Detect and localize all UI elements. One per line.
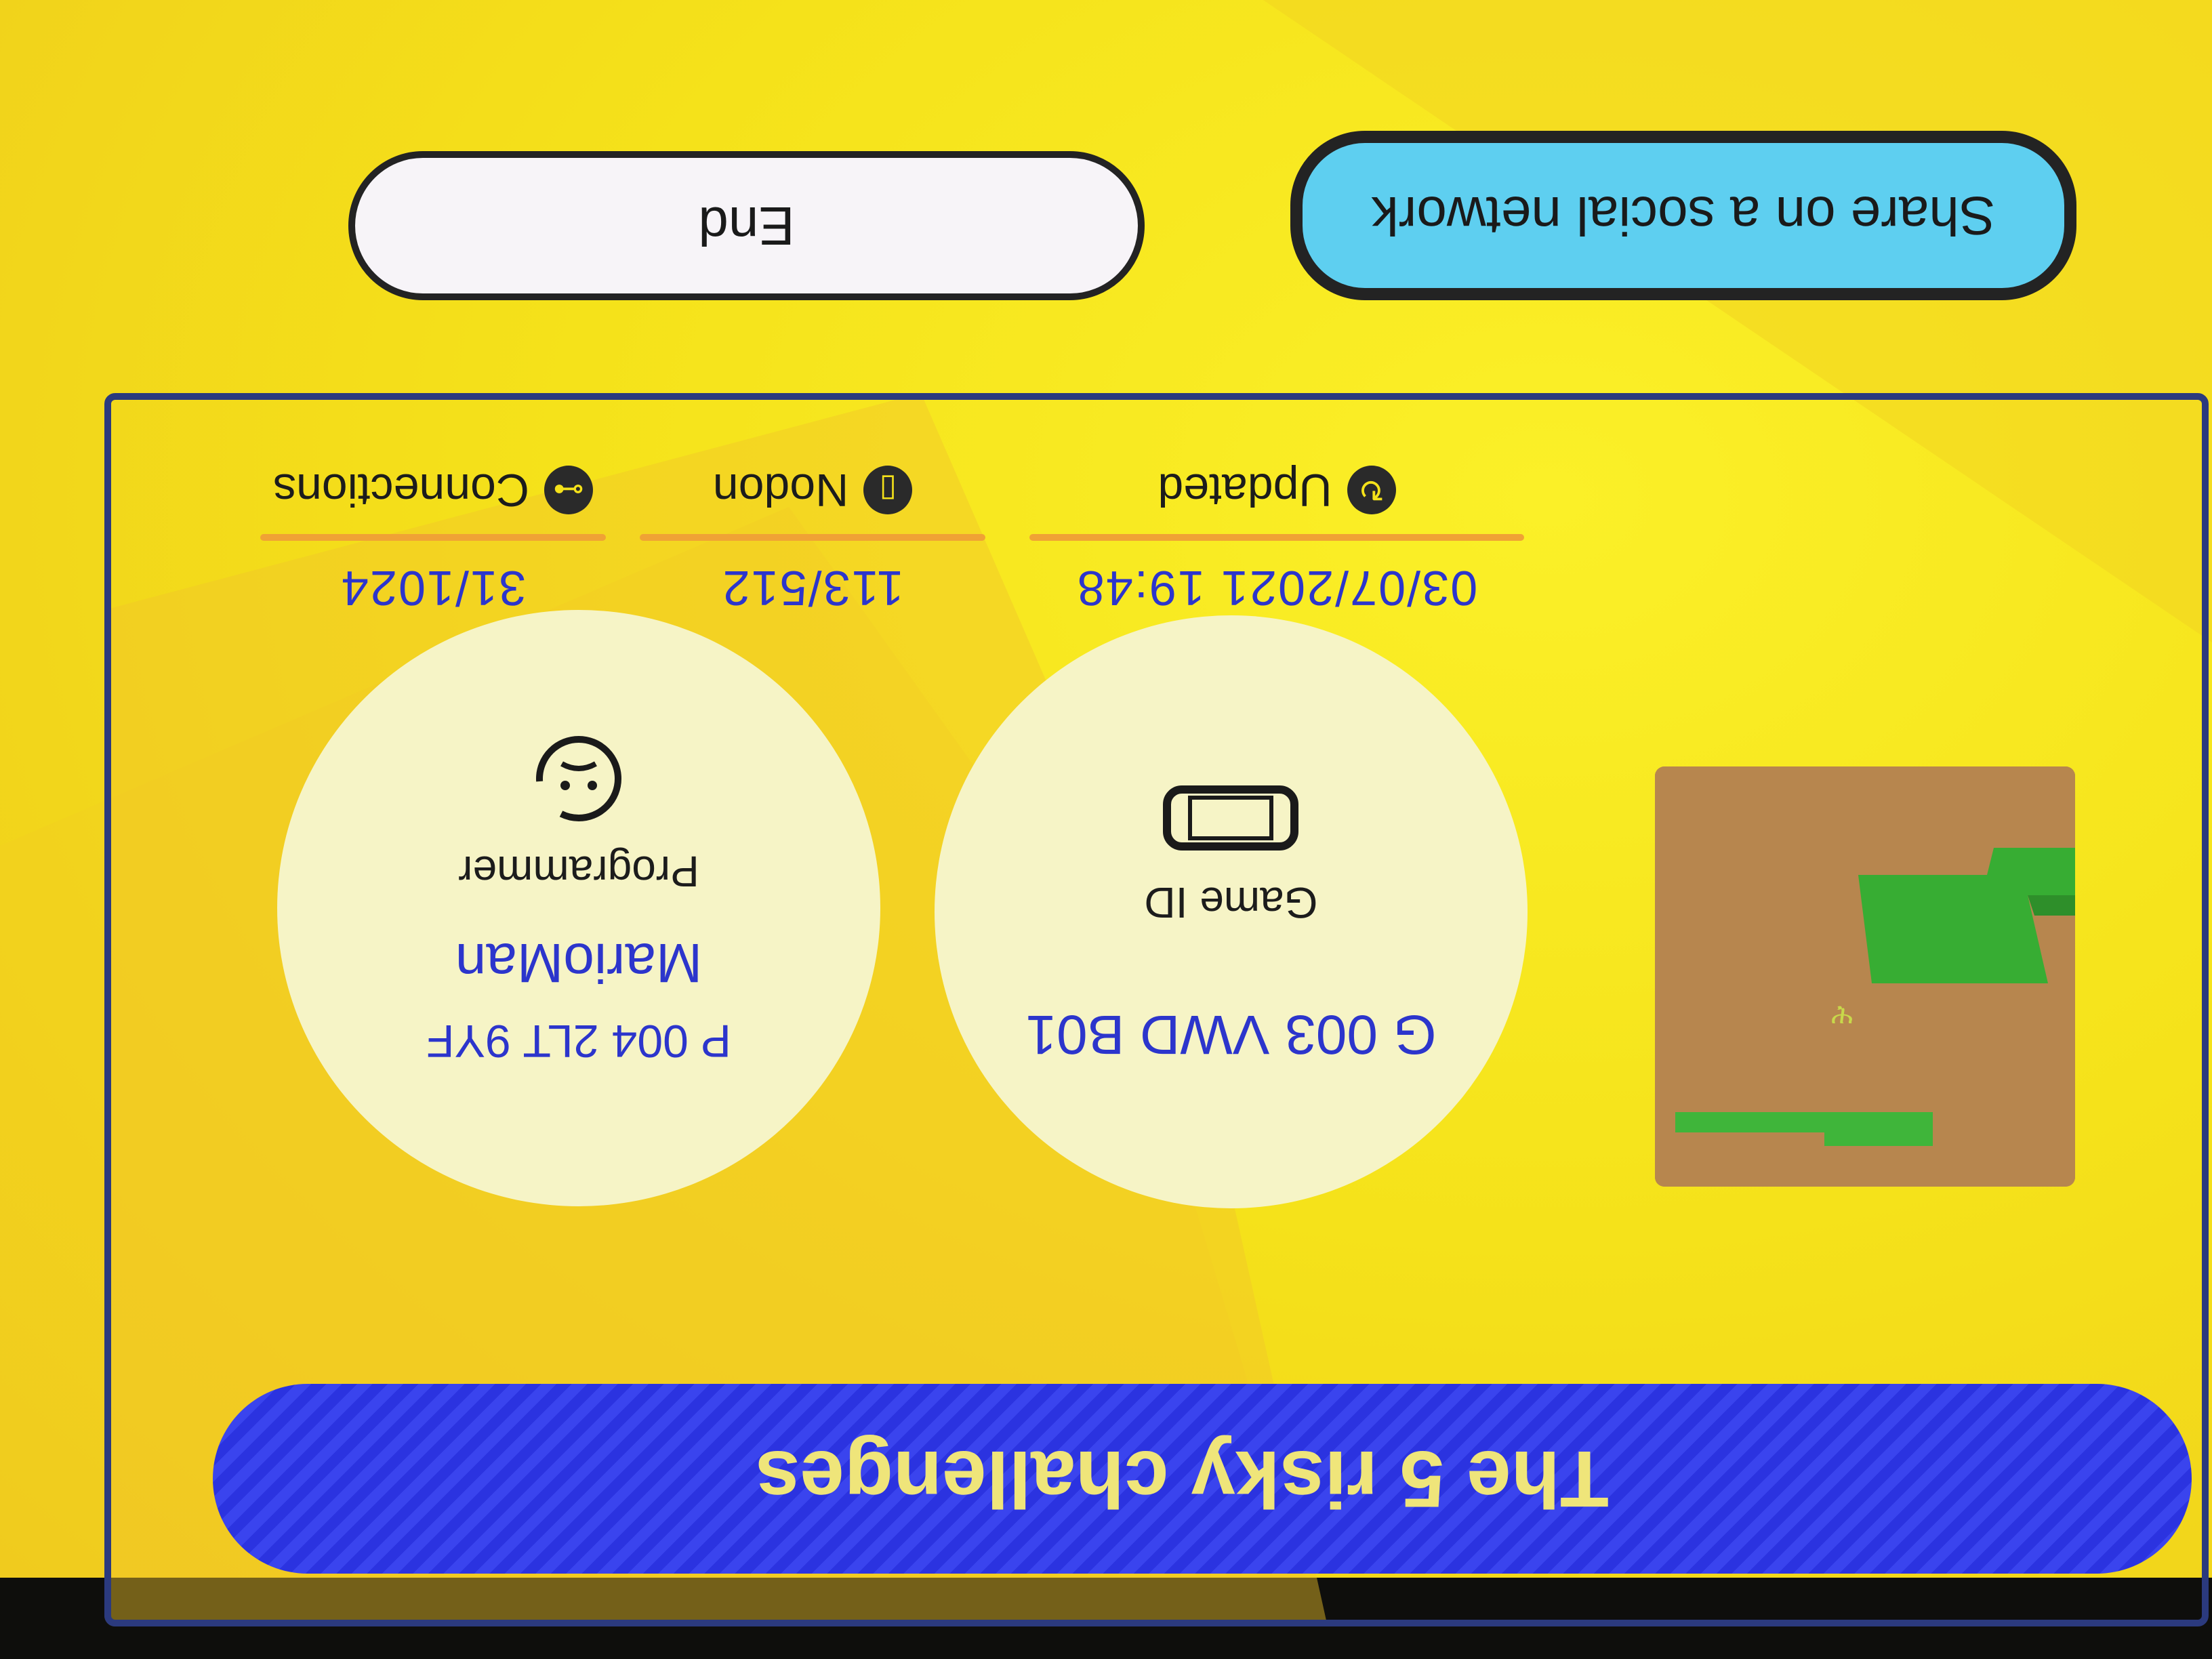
updated-underline — [1029, 534, 1524, 541]
updated-value: 03/07/2021 19:48 — [1076, 560, 1478, 615]
nodon-underline — [640, 534, 985, 541]
connections-underline — [260, 534, 606, 541]
game-id-card: G 003 VWD B01 Game ID — [935, 615, 1528, 1208]
level-title-bar: The 5 risky challenges — [213, 1384, 2192, 1574]
game-id-label: Game ID — [1144, 878, 1318, 927]
nodon-icon: ▯ — [863, 466, 913, 514]
connections-value: 31/1024 — [340, 560, 527, 615]
programmer-label: Programmer — [458, 847, 699, 896]
level-thumbnail: ሕ — [1655, 766, 2075, 1187]
programmer-card: P 004 2LT 9YF MarioMan Programmer — [277, 610, 880, 1206]
connections-label: Connections — [272, 464, 530, 516]
svg-text:ሕ: ሕ — [1831, 1000, 1853, 1031]
end-button-label: End — [698, 196, 795, 256]
updated-label: Updated — [1158, 464, 1332, 516]
nodon-value: 113/512 — [721, 560, 904, 615]
connection-icon: ⊶ — [544, 466, 594, 514]
programmer-id: P 004 2LT 9YF — [426, 1015, 731, 1067]
nodon-label: Nodon — [712, 464, 849, 516]
level-title: The 5 risky challenges — [755, 1434, 1609, 1523]
end-button[interactable]: End — [348, 151, 1145, 300]
game-id-value: G 003 VWD B01 — [1025, 1004, 1437, 1065]
stat-updated: 03/07/2021 19:48 ↻ Updated — [1029, 464, 1524, 615]
stat-connections: 31/1024 ⊶ Connections — [260, 464, 606, 615]
thumbnail-art: ሕ — [1655, 766, 2075, 1187]
share-button[interactable]: Share on a social network — [1290, 131, 2076, 300]
screen-rotated-180: The 5 risky challenges ሕ G 003 VWD B01 G… — [0, 0, 2212, 1659]
refresh-icon: ↻ — [1347, 466, 1396, 514]
share-button-label: Share on a social network — [1371, 186, 1996, 246]
stat-nodon: 113/512 ▯ Nodon — [640, 464, 985, 615]
switch-console-icon — [1163, 785, 1299, 851]
programmer-face-icon — [536, 736, 621, 821]
programmer-name: MarioMan — [455, 932, 703, 994]
